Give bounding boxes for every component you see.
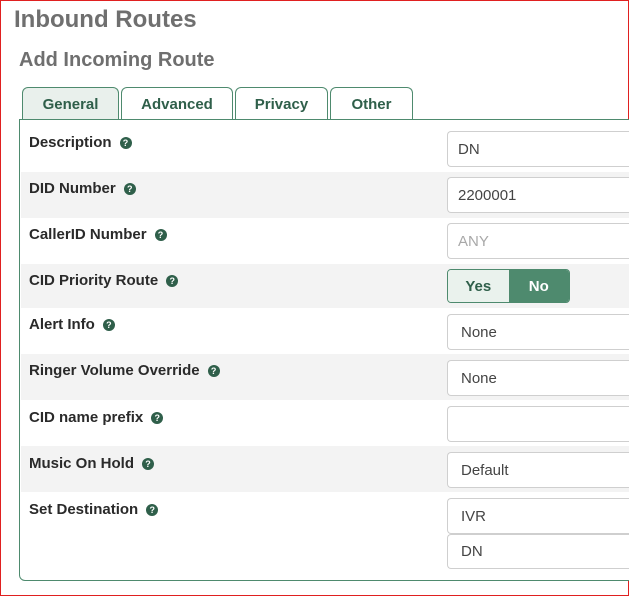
cid-priority-route-label: CID Priority Route ?: [29, 272, 179, 289]
set-destination-label: Set Destination ?: [29, 501, 159, 518]
cid-name-prefix-input[interactable]: [447, 406, 629, 442]
form-panel: Description ? DN DID Number ? 2200001 Ca…: [19, 119, 629, 581]
callerid-number-label: CallerID Number ?: [29, 226, 167, 243]
cid-priority-route-row: CID Priority Route ? Yes No: [21, 264, 629, 308]
help-icon[interactable]: ?: [166, 274, 179, 287]
cid-name-prefix-row: CID name prefix ?: [21, 400, 629, 446]
music-on-hold-select[interactable]: Default: [447, 452, 629, 488]
description-row: Description ? DN: [21, 120, 629, 172]
description-label: Description ?: [29, 134, 132, 151]
description-input[interactable]: DN: [447, 131, 629, 167]
help-icon[interactable]: ?: [123, 182, 136, 195]
ringer-volume-select[interactable]: None: [447, 360, 629, 396]
set-destination-select[interactable]: IVR: [447, 498, 629, 534]
music-on-hold-row: Music On Hold ? Default: [21, 446, 629, 492]
did-number-row: DID Number ? 2200001: [21, 172, 629, 218]
help-icon[interactable]: ?: [154, 228, 167, 241]
music-on-hold-label: Music On Hold ?: [29, 455, 154, 472]
alert-info-label: Alert Info ?: [29, 316, 115, 333]
page-title: Inbound Routes: [14, 6, 197, 33]
cid-priority-yes-button[interactable]: Yes: [448, 270, 509, 302]
ringer-volume-label: Ringer Volume Override ?: [29, 362, 220, 379]
tab-advanced[interactable]: Advanced: [121, 87, 233, 120]
cid-priority-no-button[interactable]: No: [508, 270, 569, 302]
set-destination-target-select[interactable]: DN: [447, 534, 629, 569]
help-icon[interactable]: ?: [119, 136, 132, 149]
callerid-number-input[interactable]: ANY: [447, 223, 629, 259]
ringer-volume-row: Ringer Volume Override ? None: [21, 354, 629, 400]
tab-general[interactable]: General: [22, 87, 119, 121]
help-icon[interactable]: ?: [146, 503, 159, 516]
set-destination-row: Set Destination ? IVR DN: [21, 492, 629, 580]
did-number-label: DID Number ?: [29, 180, 136, 197]
alert-info-select[interactable]: None: [447, 314, 629, 350]
cid-priority-route-toggle: Yes No: [447, 269, 570, 303]
callerid-number-row: CallerID Number ? ANY: [21, 218, 629, 264]
section-title: Add Incoming Route: [19, 49, 215, 71]
did-number-input[interactable]: 2200001: [447, 177, 629, 213]
alert-info-row: Alert Info ? None: [21, 308, 629, 354]
cid-name-prefix-label: CID name prefix ?: [29, 409, 164, 426]
help-icon[interactable]: ?: [142, 457, 154, 470]
help-icon[interactable]: ?: [151, 411, 164, 424]
help-icon[interactable]: ?: [207, 364, 220, 377]
help-icon[interactable]: ?: [102, 318, 115, 331]
tab-privacy[interactable]: Privacy: [235, 87, 328, 120]
tab-other[interactable]: Other: [330, 87, 413, 120]
